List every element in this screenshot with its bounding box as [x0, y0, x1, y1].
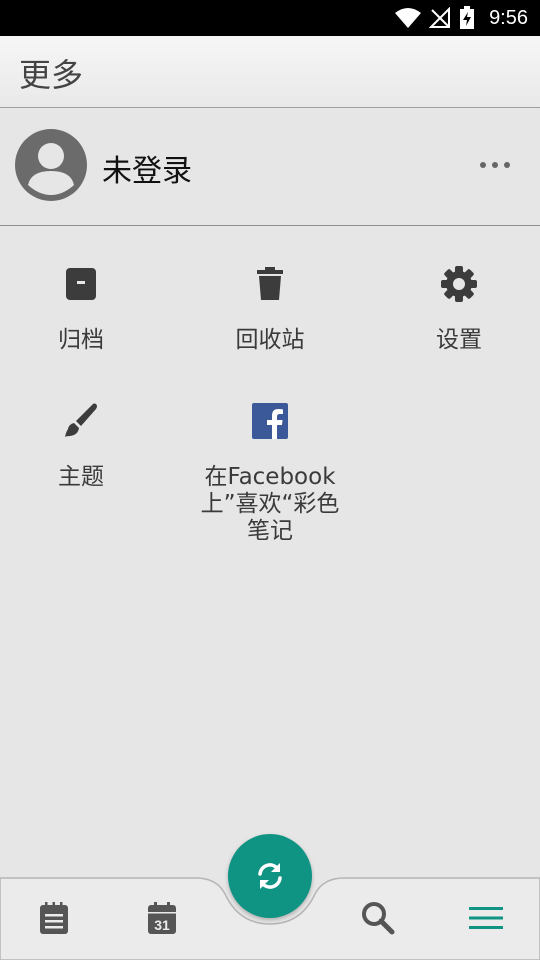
no-signal-icon	[429, 7, 451, 28]
menu-item-label: 在Facebook 上”喜欢“彩色 笔记	[200, 464, 340, 544]
gear-icon	[441, 266, 477, 302]
account-row[interactable]: 未登录	[0, 108, 540, 226]
nav-more[interactable]	[456, 888, 516, 948]
page-title: 更多	[19, 56, 84, 94]
app-bar: 更多	[0, 36, 540, 108]
search-icon	[362, 902, 395, 935]
menu-item-trash[interactable]: 回收站	[180, 265, 360, 354]
menu-item-label: 归档	[58, 327, 104, 353]
status-bar: 9:56	[0, 0, 540, 36]
calendar-day-text: 31	[154, 917, 170, 933]
nav-notes[interactable]	[24, 888, 84, 948]
menu-item-settings[interactable]: 设置	[369, 265, 540, 354]
wifi-icon	[395, 8, 422, 28]
nav-calendar[interactable]: 31	[132, 888, 192, 948]
sync-icon	[258, 863, 282, 889]
archive-icon	[66, 268, 96, 300]
battery-charging-icon	[460, 6, 475, 29]
facebook-icon	[252, 403, 288, 439]
sync-button[interactable]	[228, 834, 312, 918]
more-options-icon[interactable]	[480, 158, 510, 172]
menu-item-label: 回收站	[235, 327, 305, 353]
menu-icon	[469, 907, 503, 929]
calendar-icon: 31	[148, 902, 176, 934]
status-time: 9:56	[489, 6, 528, 29]
paintbrush-icon	[65, 403, 97, 437]
nav-search[interactable]	[348, 888, 408, 948]
trash-icon	[257, 267, 283, 300]
menu-item-label: 设置	[436, 327, 482, 353]
menu-item-archive[interactable]: 归档	[0, 265, 171, 354]
menu-item-theme[interactable]: 主题	[0, 402, 171, 491]
avatar-icon[interactable]	[15, 129, 87, 201]
notes-icon	[40, 902, 68, 934]
menu-item-label: 主题	[58, 464, 104, 490]
account-name[interactable]: 未登录	[102, 146, 192, 190]
menu-item-facebook[interactable]: 在Facebook 上”喜欢“彩色 笔记	[180, 402, 360, 545]
